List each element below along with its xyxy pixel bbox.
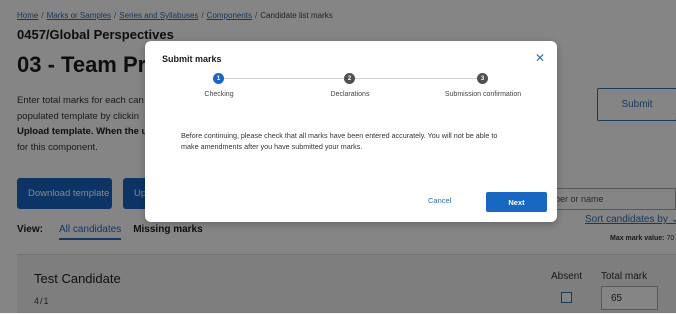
dialog-title: Submit marks (162, 54, 222, 64)
cancel-button[interactable]: Cancel (428, 196, 451, 205)
step-1-indicator: 1 (213, 73, 224, 84)
submit-marks-dialog: Submit marks ✕ 1 2 3 Checking Declaratio… (145, 41, 557, 222)
next-button[interactable]: Next (486, 192, 547, 212)
step-3-label: Submission confirmation (444, 91, 522, 98)
dialog-message-line: make amendments after you have submitted… (181, 142, 363, 151)
dialog-message-line: Before continuing, please check that all… (181, 131, 498, 140)
step-2-indicator: 2 (344, 73, 355, 84)
close-icon[interactable]: ✕ (535, 52, 545, 64)
dialog-message: Before continuing, please check that all… (181, 130, 531, 152)
step-1-label: Checking (204, 91, 234, 98)
step-2-label: Declarations (330, 91, 370, 98)
step-3-indicator: 3 (477, 73, 488, 84)
